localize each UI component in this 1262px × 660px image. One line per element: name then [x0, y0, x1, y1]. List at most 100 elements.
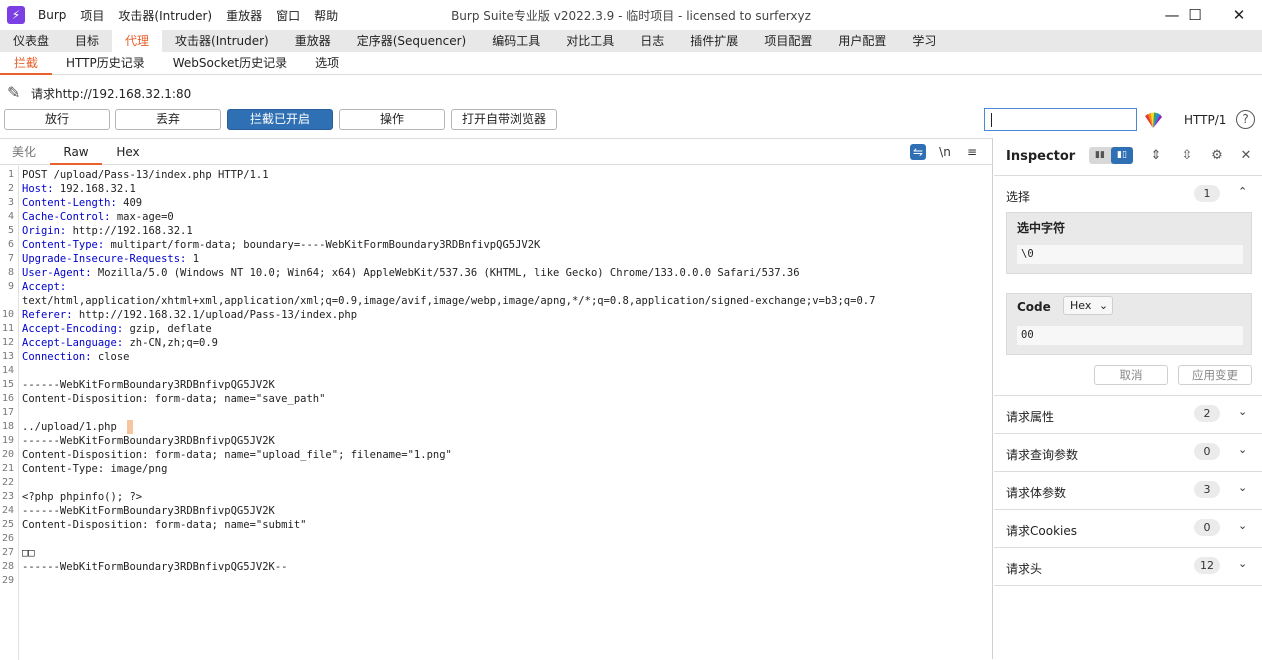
selection-label[interactable]: 选择	[1006, 188, 1030, 205]
inspector-section-4[interactable]: 请求Cookies 0 ⌄	[994, 510, 1262, 548]
tab-hex[interactable]: Hex	[104, 139, 152, 165]
forward-button[interactable]: 放行	[4, 109, 110, 130]
code-line[interactable]: Accept:	[22, 280, 73, 294]
code-line[interactable]: □□	[22, 546, 35, 560]
code-format-select[interactable]: Hex ⌄	[1063, 296, 1113, 315]
code-line[interactable]: ------WebKitFormBoundary3RDBnfivpQG5JV2K…	[22, 560, 288, 574]
tab-user-options[interactable]: 用户配置	[825, 30, 899, 52]
code-format-value: Hex	[1070, 299, 1092, 312]
line-number: 23	[1, 491, 14, 502]
code-line[interactable]: Content-Type: image/png	[22, 462, 167, 476]
code-line[interactable]: Content-Disposition: form-data; name="up…	[22, 448, 452, 462]
search-input[interactable]	[984, 108, 1137, 131]
tab-sequencer[interactable]: 定序器(Sequencer)	[344, 30, 480, 52]
tab-decoder[interactable]: 编码工具	[479, 30, 553, 52]
expand-all-icon[interactable]: ⇕	[1147, 147, 1165, 165]
tab-websocket-history[interactable]: WebSocket历史记录	[159, 52, 301, 75]
code-line[interactable]: Content-Type: multipart/form-data; bound…	[22, 238, 540, 252]
code-line[interactable]: ../upload/1.php	[22, 420, 117, 434]
code-line[interactable]: ------WebKitFormBoundary3RDBnfivpQG5JV2K	[22, 434, 275, 448]
chevron-down-icon[interactable]: ⌄	[1238, 557, 1247, 570]
tab-project-options[interactable]: 项目配置	[751, 30, 825, 52]
tab-raw[interactable]: Raw	[50, 139, 102, 165]
code-line[interactable]: User-Agent: Mozilla/5.0 (Windows NT 10.0…	[22, 266, 800, 280]
menu-burp[interactable]: Burp	[38, 8, 66, 22]
code-line[interactable]: Content-Length: 409	[22, 196, 142, 210]
line-number: 18	[1, 421, 14, 432]
raw-request-text[interactable]: 1 2 3 4 5 6 7 8 9 10 11 12 13 14 15 16 17 18 19 20 21 22 23 24 2…	[0, 166, 992, 660]
code-line[interactable]: Host: 192.168.32.1	[22, 182, 136, 196]
chevron-down-icon[interactable]: ⌄	[1238, 443, 1247, 456]
show-newlines-icon[interactable]: \n	[937, 144, 953, 160]
code-line[interactable]: Origin: http://192.168.32.1	[22, 224, 193, 238]
inspector-section-5[interactable]: 请求头 12 ⌄	[994, 548, 1262, 586]
code-line[interactable]: Upgrade-Insecure-Requests: 1	[22, 252, 199, 266]
chevron-down-icon[interactable]: ⌄	[1238, 481, 1247, 494]
help-icon[interactable]: ?	[1236, 110, 1255, 129]
inspector-section-3[interactable]: 请求体参数 3 ⌄	[994, 472, 1262, 510]
settings-gear-icon[interactable]: ⚙	[1208, 147, 1226, 165]
tab-intruder[interactable]: 攻击器(Intruder)	[162, 30, 282, 52]
chevron-down-icon[interactable]: ⌄	[1238, 519, 1247, 532]
tab-proxy[interactable]: 代理	[112, 30, 163, 52]
inspector-section-2[interactable]: 请求查询参数 0 ⌄	[994, 434, 1262, 472]
request-info-bar: ✎ 请求http://192.168.32.1:80	[0, 82, 191, 104]
layout-toggle[interactable]: ▮▮ ▮▯	[1089, 147, 1133, 164]
maximize-button[interactable]: ☐	[1172, 0, 1218, 30]
tab-http-history[interactable]: HTTP历史记录	[52, 52, 159, 75]
selected-text-value[interactable]: \0	[1017, 245, 1243, 264]
menu-project[interactable]: 项目	[80, 7, 104, 24]
code-line[interactable]: ------WebKitFormBoundary3RDBnfivpQG5JV2K	[22, 378, 275, 392]
tab-extensions[interactable]: 插件扩展	[677, 30, 751, 52]
chevron-down-icon[interactable]: ⌄	[1238, 405, 1247, 418]
pencil-icon[interactable]: ✎	[7, 84, 25, 102]
http-version-label[interactable]: HTTP/1	[1184, 113, 1226, 127]
menu-help[interactable]: 帮助	[314, 7, 338, 24]
chevron-up-icon[interactable]: ⌃	[1238, 185, 1247, 198]
tab-comparer[interactable]: 对比工具	[553, 30, 627, 52]
drop-button[interactable]: 丢弃	[115, 109, 221, 130]
cancel-button[interactable]: 取消	[1094, 365, 1168, 385]
tab-logger[interactable]: 日志	[627, 30, 677, 52]
color-highlight-icon[interactable]	[1143, 110, 1163, 130]
line-number: 16	[1, 393, 14, 404]
intercept-toggle-button[interactable]: 拦截已开启	[227, 109, 333, 130]
code-line[interactable]: POST /upload/Pass-13/index.php HTTP/1.1	[22, 168, 269, 182]
menu-window[interactable]: 窗口	[276, 7, 300, 24]
layout-vertical-icon[interactable]: ▮▯	[1111, 147, 1133, 164]
code-value[interactable]: 00	[1017, 326, 1243, 345]
code-line[interactable]: Accept-Language: zh-CN,zh;q=0.9	[22, 336, 218, 350]
tab-dashboard[interactable]: 仪表盘	[0, 30, 62, 52]
layout-horizontal-icon[interactable]: ▮▮	[1089, 147, 1111, 164]
tab-pretty[interactable]: 美化	[0, 139, 48, 165]
code-line[interactable]: Content-Disposition: form-data; name="sa…	[22, 392, 325, 406]
collapse-all-icon[interactable]: ⇳	[1178, 147, 1196, 165]
code-line[interactable]: text/html,application/xhtml+xml,applicat…	[22, 294, 875, 308]
code-line[interactable]: Accept-Encoding: gzip, deflate	[22, 322, 212, 336]
code-line[interactable]: Content-Disposition: form-data; name="su…	[22, 518, 306, 532]
section-count-badge: 2	[1194, 405, 1220, 422]
tab-intercept[interactable]: 拦截	[0, 52, 53, 75]
code-line[interactable]: Referer: http://192.168.32.1/upload/Pass…	[22, 308, 357, 322]
line-number: 7	[7, 253, 14, 264]
action-button[interactable]: 操作	[339, 109, 445, 130]
word-wrap-icon[interactable]: ⇋	[910, 144, 926, 160]
close-inspector-icon[interactable]: ✕	[1237, 147, 1255, 165]
tab-learn[interactable]: 学习	[899, 30, 949, 52]
code-line[interactable]: ------WebKitFormBoundary3RDBnfivpQG5JV2K	[22, 504, 275, 518]
tab-proxy-options[interactable]: 选项	[301, 52, 353, 75]
menu-repeater[interactable]: 重放器	[226, 7, 262, 24]
line-number: 14	[1, 365, 14, 376]
close-window-button[interactable]: ✕	[1216, 0, 1262, 30]
menu-intruder[interactable]: 攻击器(Intruder)	[118, 7, 212, 24]
code-line[interactable]: <?php phpinfo(); ?>	[22, 490, 142, 504]
editor-menu-icon[interactable]: ≡	[964, 144, 980, 160]
open-browser-button[interactable]: 打开自带浏览器	[451, 109, 557, 130]
section-count-badge: 12	[1194, 557, 1220, 574]
apply-changes-button[interactable]: 应用变更	[1178, 365, 1252, 385]
tab-target[interactable]: 目标	[62, 30, 112, 52]
tab-repeater[interactable]: 重放器	[282, 30, 344, 52]
code-line[interactable]: Connection: close	[22, 350, 129, 364]
inspector-section-1[interactable]: 请求属性 2 ⌄	[994, 396, 1262, 434]
code-line[interactable]: Cache-Control: max-age=0	[22, 210, 174, 224]
